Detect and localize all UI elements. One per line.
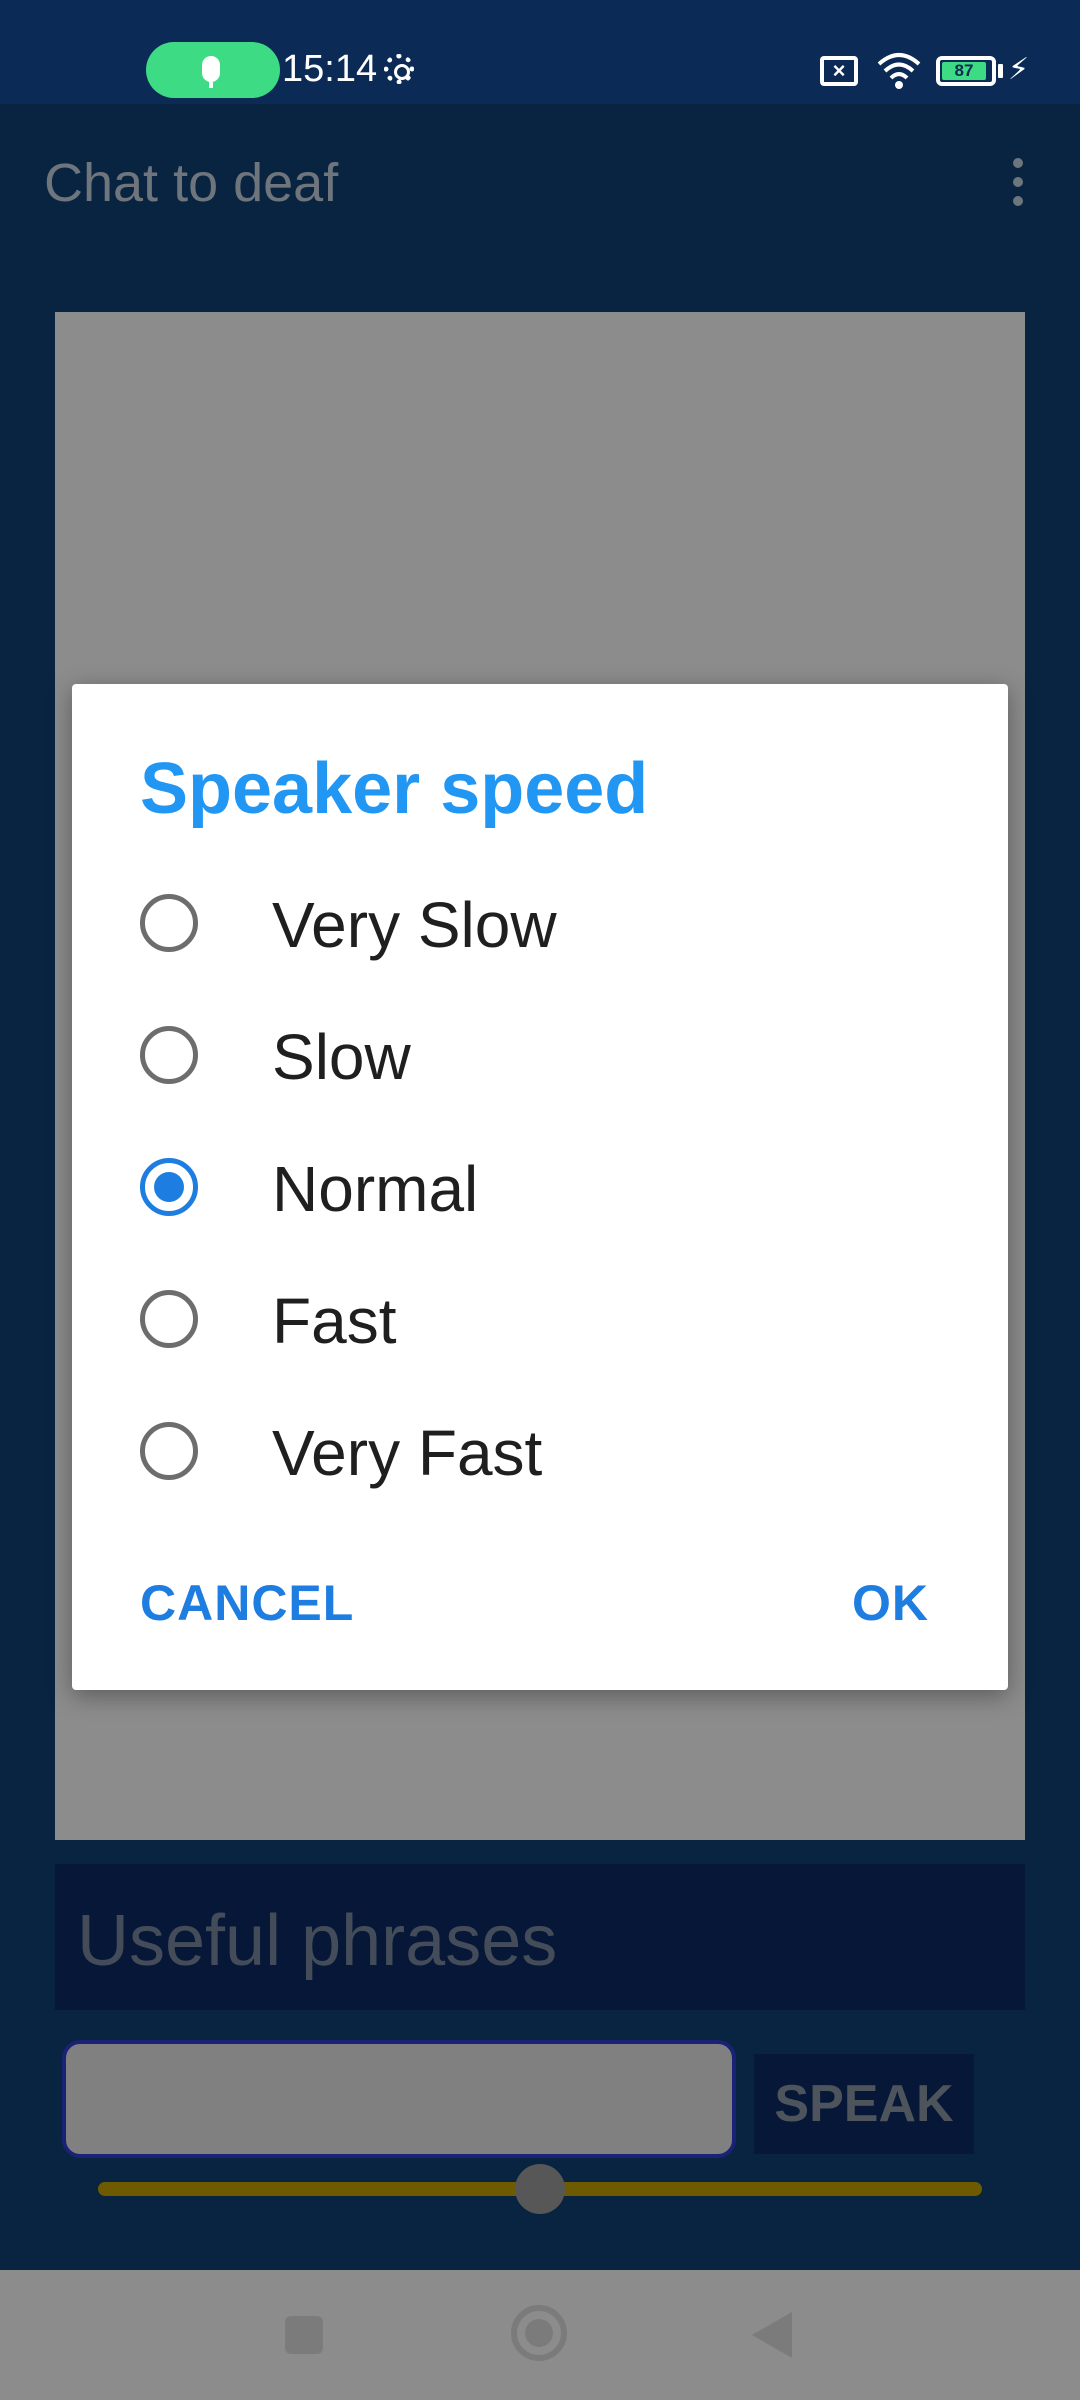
wifi-icon (877, 53, 921, 89)
microphone-icon (146, 42, 280, 98)
option-label: Slow (272, 1021, 411, 1093)
charging-bolt-icon: ⚡ (1008, 53, 1030, 86)
battery-icon: 87 (936, 56, 996, 86)
option-very-slow[interactable]: Very Slow (72, 858, 1008, 990)
radio-button[interactable] (140, 1422, 198, 1480)
option-slow[interactable]: Slow (72, 990, 1008, 1122)
option-label: Very Fast (272, 1417, 543, 1489)
radio-button[interactable] (140, 894, 198, 952)
ok-button[interactable]: OK (852, 1574, 929, 1632)
dialog-title: Speaker speed (140, 749, 649, 829)
settings-gear-icon (384, 54, 414, 84)
option-label: Fast (272, 1285, 397, 1357)
radio-button[interactable] (140, 1026, 198, 1084)
radio-button-selected[interactable] (140, 1158, 198, 1216)
cancel-button[interactable]: CANCEL (140, 1574, 354, 1632)
battery-level: 87 (942, 62, 986, 80)
option-normal[interactable]: Normal (72, 1122, 1008, 1254)
radio-button[interactable] (140, 1290, 198, 1348)
option-very-fast[interactable]: Very Fast (72, 1386, 1008, 1518)
option-label: Normal (272, 1153, 479, 1225)
speaker-speed-dialog: Speaker speed Very Slow Slow Normal Fast… (72, 684, 1008, 1690)
battery-tip (998, 64, 1003, 78)
status-time: 15:14 (282, 48, 378, 90)
no-sim-icon: × (820, 56, 858, 86)
option-fast[interactable]: Fast (72, 1254, 1008, 1386)
option-label: Very Slow (272, 889, 557, 961)
